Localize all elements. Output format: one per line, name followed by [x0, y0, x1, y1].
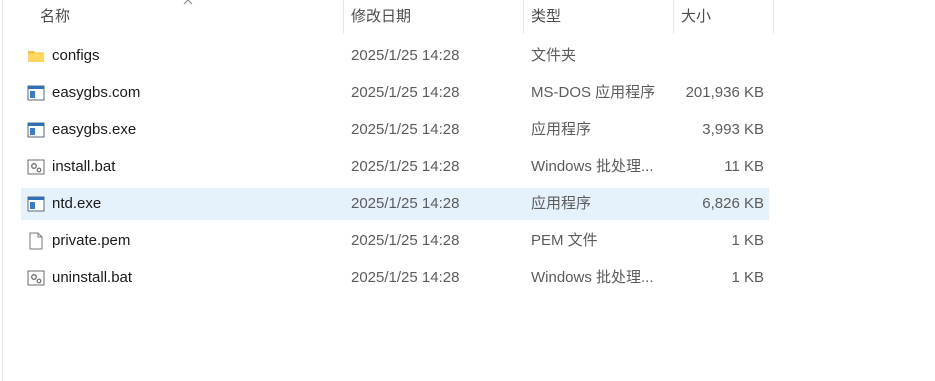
file-row[interactable]: uninstall.bat 2025/1/25 14:28 Windows 批处… — [21, 262, 769, 294]
file-size: 6,826 KB — [702, 195, 764, 212]
file-row[interactable]: configs 2025/1/25 14:28 文件夹 — [21, 40, 769, 72]
file-type: 应用程序 — [531, 121, 592, 138]
file-date: 2025/1/25 14:28 — [351, 84, 460, 101]
file-size: 1 KB — [731, 232, 764, 249]
file-row[interactable]: easygbs.exe 2025/1/25 14:28 应用程序 3,993 K… — [21, 114, 769, 146]
column-header-bar: 名称 修改日期 类型 大小 — [0, 0, 935, 34]
file-date: 2025/1/25 14:28 — [351, 232, 460, 249]
file-name: install.bat — [52, 158, 116, 175]
application-icon — [27, 196, 45, 212]
file-type: PEM 文件 — [531, 232, 598, 249]
batch-file-icon — [27, 270, 45, 286]
file-name: uninstall.bat — [52, 269, 133, 286]
application-icon — [27, 85, 45, 101]
document-icon — [29, 232, 43, 250]
column-divider[interactable] — [673, 0, 674, 34]
file-row-selected[interactable]: ntd.exe 2025/1/25 14:28 应用程序 6,826 KB — [21, 188, 769, 220]
column-header-size[interactable]: 大小 — [675, 0, 773, 34]
sort-ascending-icon — [183, 0, 193, 5]
file-size: 11 KB — [724, 158, 764, 175]
file-row[interactable]: easygbs.com 2025/1/25 14:28 MS-DOS 应用程序 … — [21, 77, 769, 109]
file-type: Windows 批处理... — [531, 269, 654, 286]
column-divider[interactable] — [343, 0, 344, 34]
file-row[interactable]: install.bat 2025/1/25 14:28 Windows 批处理.… — [21, 151, 769, 183]
folder-icon — [28, 51, 44, 62]
application-icon — [27, 122, 45, 138]
file-size: 201,936 KB — [685, 84, 764, 101]
file-name: configs — [52, 47, 100, 64]
file-type: 应用程序 — [531, 195, 592, 212]
file-date: 2025/1/25 14:28 — [351, 269, 460, 286]
column-divider[interactable] — [523, 0, 524, 34]
file-list-pane: 名称 修改日期 类型 大小 configs 2025/1/25 14:28 文件… — [0, 0, 935, 381]
file-type: 文件夹 — [531, 47, 577, 64]
column-divider[interactable] — [773, 0, 774, 34]
column-header-date[interactable]: 修改日期 — [345, 0, 523, 34]
file-name: private.pem — [52, 232, 131, 249]
pane-left-border — [2, 0, 3, 381]
file-size: 3,993 KB — [702, 121, 764, 138]
file-name: easygbs.com — [52, 84, 141, 101]
file-type: Windows 批处理... — [531, 158, 654, 175]
file-date: 2025/1/25 14:28 — [351, 195, 460, 212]
file-name: easygbs.exe — [52, 121, 137, 138]
batch-file-icon — [27, 159, 45, 175]
file-size: 1 KB — [731, 269, 764, 286]
file-row[interactable]: private.pem 2025/1/25 14:28 PEM 文件 1 KB — [21, 225, 769, 257]
file-size — [675, 40, 764, 72]
file-type: MS-DOS 应用程序 — [531, 84, 656, 101]
file-name: ntd.exe — [52, 195, 102, 212]
file-date: 2025/1/25 14:28 — [351, 121, 460, 138]
column-header-type[interactable]: 类型 — [525, 0, 673, 34]
file-date: 2025/1/25 14:28 — [351, 158, 460, 175]
file-date: 2025/1/25 14:28 — [351, 47, 460, 64]
